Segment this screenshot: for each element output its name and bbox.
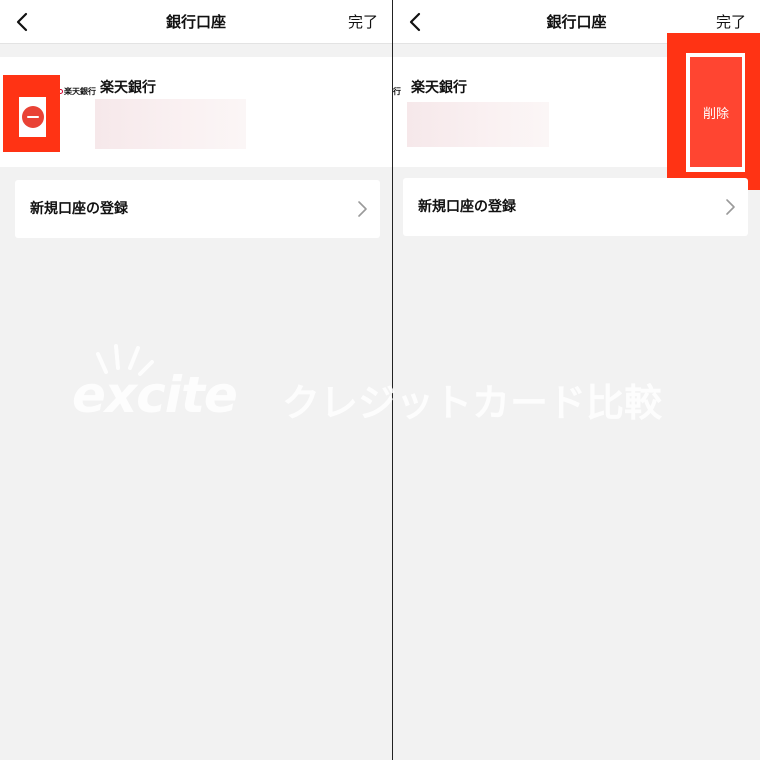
page-title: 銀行口座 (165, 13, 226, 31)
screen-swipe-delete: 銀行口座 完了 行 楽天銀行 削除 新規口座の登録 (393, 0, 760, 760)
back-button[interactable] (12, 11, 32, 33)
screen-edit-mode: 銀行口座 完了 楽天銀行 楽天銀行 新規口座の登録 (0, 0, 392, 760)
delete-button[interactable]: 削除 (686, 53, 745, 172)
delete-toggle-highlight (3, 75, 60, 152)
bank-logo: 行 (393, 86, 401, 97)
bank-logo-text: 楽天銀行 (64, 87, 96, 96)
bank-logo-text: 行 (393, 87, 401, 96)
delete-button-label: 削除 (690, 57, 742, 167)
chevron-left-icon (16, 12, 28, 32)
done-button[interactable]: 完了 (348, 0, 378, 44)
bank-name: 楽天銀行 (411, 80, 467, 96)
new-account-label: 新規口座の登録 (30, 201, 128, 217)
chevron-right-icon (358, 201, 367, 217)
bank-name: 楽天銀行 (100, 80, 156, 96)
nav-bar: 銀行口座 完了 (0, 0, 392, 44)
minus-circle-icon (21, 106, 44, 128)
new-account-row[interactable]: 新規口座の登録 (403, 178, 748, 236)
back-button[interactable] (405, 11, 425, 33)
masked-account-number (95, 99, 246, 149)
chevron-left-icon (409, 12, 421, 32)
new-account-label: 新規口座の登録 (418, 199, 516, 215)
masked-account-number (407, 102, 549, 147)
bank-logo: 楽天銀行 (58, 86, 96, 97)
chevron-right-icon (726, 199, 735, 215)
delete-toggle-button[interactable] (19, 97, 46, 137)
new-account-row[interactable]: 新規口座の登録 (15, 180, 380, 238)
